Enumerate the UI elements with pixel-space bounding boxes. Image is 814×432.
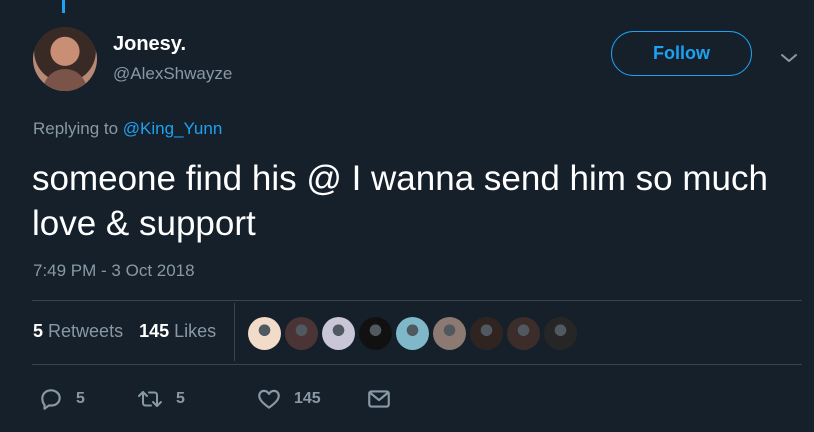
stats-divider bbox=[234, 303, 235, 361]
liker-avatar[interactable] bbox=[433, 317, 466, 350]
thread-connector-line bbox=[62, 0, 65, 13]
liker-avatar[interactable] bbox=[359, 317, 392, 350]
liker-avatar[interactable] bbox=[248, 317, 281, 350]
retweets-stat[interactable]: 5 Retweets bbox=[33, 321, 123, 342]
liker-avatars bbox=[248, 317, 577, 350]
liker-avatar[interactable] bbox=[470, 317, 503, 350]
divider-bottom bbox=[32, 364, 802, 365]
like-button[interactable]: 145 bbox=[256, 386, 366, 412]
likes-count: 145 bbox=[139, 321, 170, 341]
likes-label: Likes bbox=[174, 321, 217, 341]
envelope-icon bbox=[366, 386, 392, 412]
replying-to-line: Replying to @King_Yunn bbox=[33, 119, 222, 139]
author-handle[interactable]: @AlexShwayze bbox=[113, 64, 232, 84]
author-name[interactable]: Jonesy. bbox=[113, 33, 186, 56]
reply-count: 5 bbox=[76, 390, 85, 407]
author-avatar[interactable] bbox=[33, 27, 97, 91]
reply-mention-link[interactable]: @King_Yunn bbox=[123, 119, 223, 138]
like-count: 145 bbox=[294, 390, 321, 407]
liker-avatar[interactable] bbox=[507, 317, 540, 350]
liker-avatar[interactable] bbox=[396, 317, 429, 350]
retweet-count: 5 bbox=[176, 390, 185, 407]
replying-to-label: Replying to bbox=[33, 119, 123, 138]
retweets-label: Retweets bbox=[48, 321, 124, 341]
heart-icon bbox=[256, 386, 282, 412]
liker-avatar[interactable] bbox=[544, 317, 577, 350]
likes-stat[interactable]: 145 Likes bbox=[139, 321, 216, 342]
retweets-count: 5 bbox=[33, 321, 44, 341]
reply-button[interactable]: 5 bbox=[38, 386, 136, 412]
retweet-button[interactable]: 5 bbox=[136, 386, 256, 412]
tweet-card: Jonesy. @AlexShwayze Follow Replying to … bbox=[0, 0, 814, 432]
reply-icon bbox=[38, 386, 64, 412]
tweet-text: someone find his @ I wanna send him so m… bbox=[32, 159, 768, 243]
engagement-stats: 5 Retweets 145 Likes bbox=[33, 321, 216, 342]
follow-button[interactable]: Follow bbox=[611, 31, 752, 76]
divider-top bbox=[32, 300, 802, 301]
tweet-timestamp[interactable]: 7:49 PM - 3 Oct 2018 bbox=[33, 261, 195, 281]
liker-avatar[interactable] bbox=[322, 317, 355, 350]
chevron-down-icon[interactable] bbox=[777, 46, 801, 70]
direct-message-button[interactable] bbox=[366, 386, 392, 412]
retweet-icon bbox=[136, 386, 164, 412]
action-bar: 5 5 145 bbox=[38, 385, 392, 413]
liker-avatar[interactable] bbox=[285, 317, 318, 350]
